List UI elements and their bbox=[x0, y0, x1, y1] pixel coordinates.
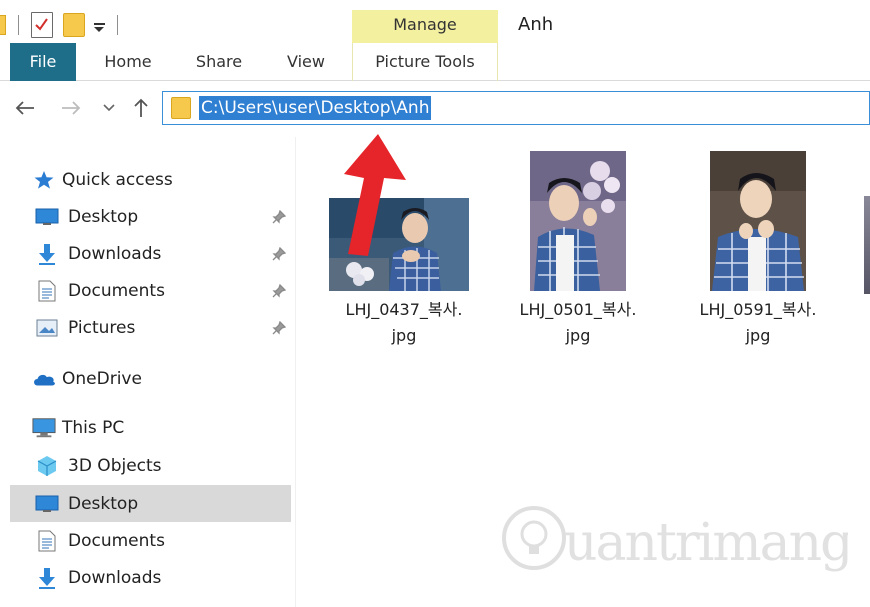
documents-icon bbox=[35, 280, 59, 302]
nav-label: Desktop bbox=[68, 206, 139, 227]
arrow-left-icon bbox=[15, 101, 34, 115]
nav-label: Quick access bbox=[62, 169, 173, 190]
desktop-icon bbox=[35, 493, 59, 515]
tab-home[interactable]: Home bbox=[94, 43, 162, 81]
pin-icon[interactable] bbox=[272, 246, 287, 266]
nav-label: OneDrive bbox=[62, 368, 142, 389]
pin-icon[interactable] bbox=[272, 320, 287, 340]
nav-label: Desktop bbox=[68, 493, 139, 514]
tab-view[interactable]: View bbox=[274, 43, 338, 81]
customize-toolbar-dropdown-icon[interactable] bbox=[93, 15, 107, 35]
ribbon-tabs: File Home Share View Picture Tools bbox=[0, 43, 870, 81]
annotation-arrow-icon bbox=[344, 134, 406, 256]
chevron-down-icon bbox=[103, 104, 115, 112]
recent-locations-button[interactable] bbox=[96, 95, 122, 121]
nav-quick-documents[interactable]: Documents bbox=[10, 272, 291, 309]
file-item[interactable]: LHJ_0591_복사. jpg bbox=[678, 149, 838, 349]
tab-share[interactable]: Share bbox=[186, 43, 252, 81]
properties-icon[interactable] bbox=[31, 12, 53, 38]
folder-icon bbox=[0, 15, 6, 35]
nav-onedrive[interactable]: OneDrive bbox=[10, 360, 291, 397]
nav-quick-downloads[interactable]: Downloads bbox=[10, 235, 291, 272]
navigation-pane: Quick access Desktop Downloads Documents bbox=[0, 137, 296, 607]
documents-icon bbox=[35, 530, 59, 552]
navigation-bar: C:\Users\user\Desktop\Anh bbox=[0, 81, 870, 137]
address-path[interactable]: C:\Users\user\Desktop\Anh bbox=[199, 96, 432, 120]
nav-quick-pictures[interactable]: Pictures bbox=[10, 309, 291, 346]
arrow-up-icon bbox=[134, 98, 148, 117]
desktop-icon bbox=[35, 206, 59, 228]
nav-quick-desktop[interactable]: Desktop bbox=[10, 198, 291, 235]
nav-label: Documents bbox=[68, 530, 165, 551]
computer-icon bbox=[32, 417, 56, 439]
nav-pc-3d-objects[interactable]: 3D Objects bbox=[10, 447, 291, 484]
nav-quick-access[interactable]: Quick access bbox=[10, 161, 291, 198]
toolbar-separator bbox=[18, 15, 19, 35]
folder-icon bbox=[171, 97, 191, 119]
pictures-icon bbox=[35, 317, 59, 339]
pin-icon[interactable] bbox=[272, 209, 287, 229]
nav-label: Pictures bbox=[68, 317, 136, 338]
file-name: LHJ_0501_복사. jpg bbox=[519, 300, 637, 345]
new-folder-icon[interactable] bbox=[63, 13, 85, 37]
arrow-right-icon bbox=[62, 101, 81, 115]
file-name: LHJ_0437_복사. jpg bbox=[345, 300, 463, 345]
nav-label: This PC bbox=[62, 417, 125, 438]
tab-picture-tools[interactable]: Picture Tools bbox=[352, 43, 498, 81]
back-button[interactable] bbox=[12, 95, 38, 121]
downloads-icon bbox=[35, 243, 59, 265]
nav-label: Downloads bbox=[68, 243, 162, 264]
up-button[interactable] bbox=[128, 95, 154, 121]
nav-label: 3D Objects bbox=[68, 455, 162, 476]
manage-context-tab[interactable]: Manage bbox=[352, 10, 498, 43]
partial-thumbnail-edge bbox=[864, 196, 870, 294]
file-name: LHJ_0591_복사. jpg bbox=[699, 300, 817, 345]
quick-access-toolbar bbox=[0, 10, 118, 40]
toolbar-separator bbox=[117, 15, 118, 35]
star-icon bbox=[32, 169, 56, 191]
address-bar[interactable]: C:\Users\user\Desktop\Anh bbox=[162, 91, 870, 125]
title-bar: Manage Anh bbox=[0, 0, 870, 48]
lightbulb-icon: uantrimang bbox=[502, 506, 854, 573]
nav-pc-documents[interactable]: Documents bbox=[10, 522, 291, 559]
cloud-icon bbox=[32, 368, 56, 390]
nav-this-pc[interactable]: This PC bbox=[10, 409, 291, 446]
nav-label: Downloads bbox=[68, 567, 162, 588]
nav-pc-downloads[interactable]: Downloads bbox=[10, 559, 291, 596]
image-thumbnail bbox=[710, 151, 806, 291]
image-thumbnail bbox=[530, 151, 626, 291]
window-title: Anh bbox=[518, 14, 554, 35]
nav-pc-desktop[interactable]: Desktop bbox=[10, 485, 291, 522]
nav-label: Documents bbox=[68, 280, 165, 301]
pin-icon[interactable] bbox=[272, 283, 287, 303]
watermark-logo: uantrimang bbox=[498, 500, 854, 580]
tab-file[interactable]: File bbox=[10, 43, 76, 81]
svg-text:uantrimang: uantrimang bbox=[564, 513, 848, 573]
3d-objects-icon bbox=[35, 455, 59, 477]
forward-button[interactable] bbox=[58, 95, 84, 121]
file-item[interactable]: LHJ_0501_복사. jpg bbox=[498, 149, 658, 349]
downloads-icon bbox=[35, 567, 59, 589]
